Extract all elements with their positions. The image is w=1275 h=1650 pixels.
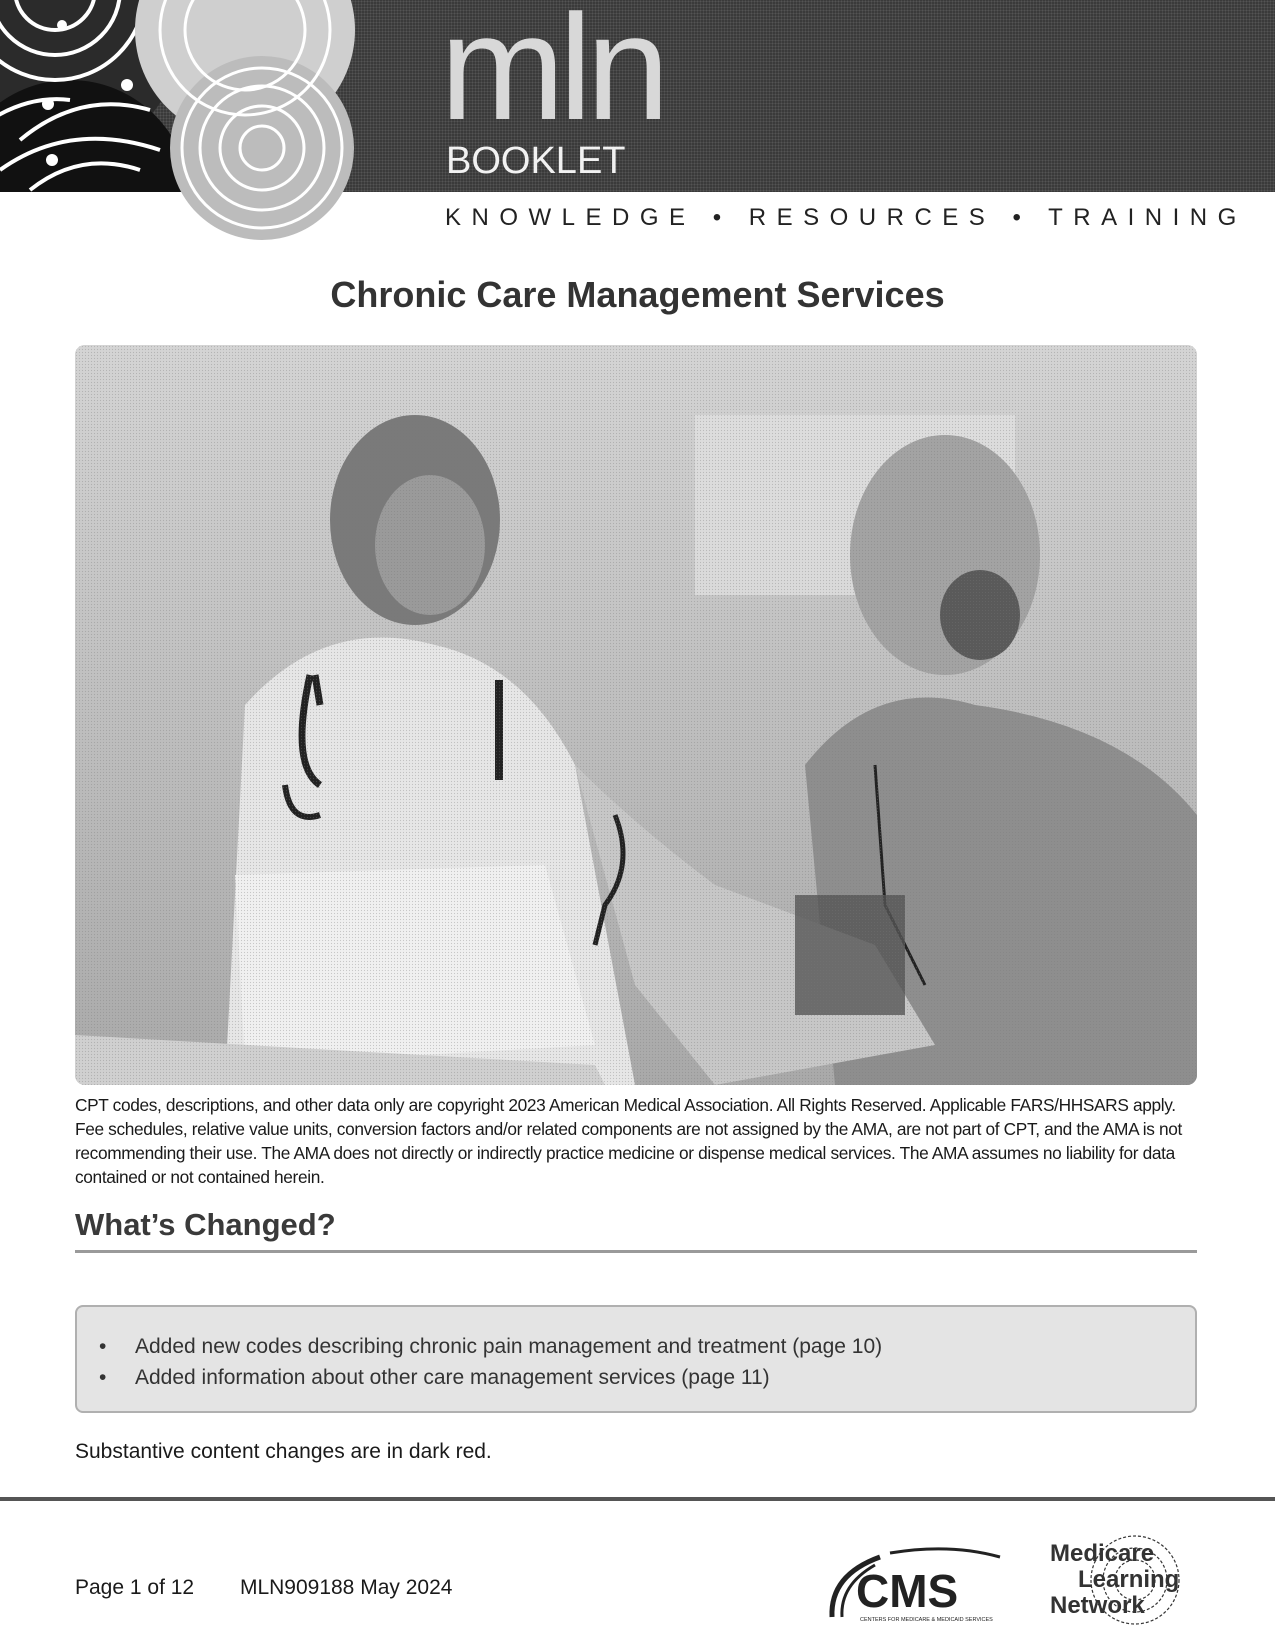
copyright-disclaimer: CPT codes, descriptions, and other data … (75, 1095, 1182, 1187)
booklet-label: BOOKLET (446, 140, 626, 182)
hero-photo-placeholder-icon (75, 345, 1197, 1085)
changes-list: • Added new codes describing chronic pai… (77, 1307, 1195, 1393)
cms-logo-subtext: CENTERS FOR MEDICARE & MEDICAID SERVICES (860, 1617, 993, 1623)
whats-changed-box: • Added new codes describing chronic pai… (75, 1305, 1197, 1413)
list-item: • Added new codes describing chronic pai… (95, 1331, 1195, 1362)
mln-logo-line-1: Medicare (1050, 1540, 1154, 1567)
tagline: KNOWLEDGE • RESOURCES • TRAINING (445, 204, 1247, 231)
cms-logo-text: CMS (856, 1565, 958, 1617)
mln-logo: mln (440, 0, 670, 151)
page-title: Chronic Care Management Services (330, 274, 945, 315)
document-id: MLN909188 May 2024 (239, 1576, 453, 1599)
changes-note: Substantive content changes are in dark … (75, 1440, 492, 1463)
mln-logo-line-2: Learning (1078, 1566, 1179, 1593)
decorative-circles-icon (0, 0, 355, 240)
footer-divider (0, 1497, 1275, 1501)
list-item: • Added information about other care man… (95, 1362, 1195, 1393)
mln-logo-line-3: Network (1050, 1592, 1145, 1619)
whats-changed-heading: What’s Changed? (75, 1207, 336, 1242)
change-text: Added information about other care manag… (135, 1366, 770, 1389)
cms-logo-icon: CMS CENTERS FOR MEDICARE & MEDICAID SERV… (829, 1547, 1001, 1623)
footer-info: Page 1 of 12 MLN909188 May 2024 (75, 1576, 452, 1600)
hero-image (75, 345, 1197, 1085)
bullet-icon: • (99, 1366, 107, 1389)
medicare-learning-network-logo-icon: Medicare Learning Network (1050, 1535, 1180, 1625)
change-text: Added new codes describing chronic pain … (135, 1335, 883, 1358)
section-divider (75, 1250, 1197, 1253)
bullet-icon: • (99, 1335, 107, 1358)
page-number: Page 1 of 12 (75, 1576, 195, 1599)
